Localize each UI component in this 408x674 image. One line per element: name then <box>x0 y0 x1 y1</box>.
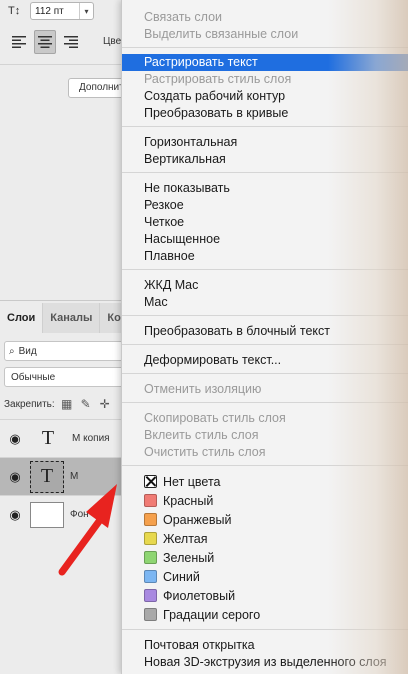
color-label: Желтая <box>163 532 208 546</box>
no-color-icon <box>144 475 157 488</box>
menu-item-postcard[interactable]: Почтовая открытка <box>122 637 408 654</box>
layer-row[interactable]: ◉ T М копия <box>0 419 130 457</box>
font-size-value: 112 пт <box>35 5 64 17</box>
menu-item-create-work-path[interactable]: Создать рабочий контур <box>122 88 408 105</box>
menu-item-convert-paragraph[interactable]: Преобразовать в блочный текст <box>122 323 408 340</box>
menu-item-color-blue[interactable]: Синий <box>122 569 408 586</box>
menu-separator <box>122 126 408 127</box>
background-thumbnail <box>30 501 64 528</box>
text-layer-icon: T <box>30 460 64 493</box>
color-label: Нет цвета <box>163 475 221 489</box>
gray-swatch-icon <box>144 608 157 621</box>
tab-layers[interactable]: Слои <box>0 303 44 333</box>
menu-separator <box>122 315 408 316</box>
menu-separator <box>122 269 408 270</box>
layer-name: М <box>70 471 79 482</box>
align-right-button[interactable] <box>60 30 82 54</box>
filter-label: Вид <box>18 345 37 357</box>
blend-mode-select[interactable]: Обычные <box>4 367 130 387</box>
lock-label: Закрепить: <box>4 398 55 410</box>
layer-filter[interactable]: ⌕ Вид <box>4 341 130 361</box>
eye-icon[interactable]: ◉ <box>0 431 30 447</box>
divider <box>0 64 130 65</box>
eye-icon[interactable]: ◉ <box>0 469 30 485</box>
menu-item-color-green[interactable]: Зеленый <box>122 550 408 567</box>
menu-item-warp-text[interactable]: Деформировать текст... <box>122 352 408 369</box>
menu-item-aa-smooth[interactable]: Плавное <box>122 248 408 265</box>
menu-separator <box>122 465 408 466</box>
menu-item-mac[interactable]: Mac <box>122 294 408 311</box>
layers-panel: Слои Каналы Ко ⌕ Вид Обычные Закрепить: … <box>0 300 130 674</box>
menu-item-convert-to-shape[interactable]: Преобразовать в кривые <box>122 105 408 122</box>
layer-name: Фон <box>70 509 89 520</box>
blue-swatch-icon <box>144 570 157 583</box>
lock-brush-icon[interactable]: ✎ <box>79 397 93 411</box>
menu-item-aa-crisp[interactable]: Четкое <box>122 214 408 231</box>
color-label: Градации серого <box>163 608 261 622</box>
menu-item-horizontal[interactable]: Горизонтальная <box>122 134 408 151</box>
menu-item-rasterize-style: Растрировать стиль слоя <box>144 72 292 86</box>
layer-row[interactable]: ◉ Фон <box>0 495 130 533</box>
menu-item-aa-sharp[interactable]: Резкое <box>122 197 408 214</box>
violet-swatch-icon <box>144 589 157 602</box>
menu-item-color-gray[interactable]: Градации серого <box>122 607 408 624</box>
layer-name: М копия <box>72 433 110 444</box>
orange-swatch-icon <box>144 513 157 526</box>
color-label: Фиолетовый <box>163 589 236 603</box>
color-label: Красный <box>163 494 214 508</box>
menu-item-vertical[interactable]: Вертикальная <box>122 151 408 168</box>
menu-separator <box>122 172 408 173</box>
layer-row[interactable]: ◉ T М <box>0 457 130 495</box>
menu-item-color-none[interactable]: Нет цвета <box>122 474 408 491</box>
alignment-buttons <box>8 30 82 54</box>
font-size-row: T↕ 112 пт ▾ <box>8 2 94 20</box>
character-panel: T↕ 112 пт ▾ Цвет Дополнительно <box>0 0 138 300</box>
color-label: Синий <box>163 570 200 584</box>
menu-item-color-violet[interactable]: Фиолетовый <box>122 588 408 605</box>
panel-tabs: Слои Каналы Ко <box>0 303 130 333</box>
lock-transparent-icon[interactable]: ▦ <box>60 397 74 411</box>
yellow-swatch-icon <box>144 532 157 545</box>
lock-move-icon[interactable]: ✛ <box>98 397 112 411</box>
color-label: Оранжевый <box>163 513 232 527</box>
menu-item-aa-none[interactable]: Не показывать <box>122 180 408 197</box>
menu-item-link-layers: Связать слои <box>144 10 223 24</box>
color-label: Зеленый <box>163 551 215 565</box>
menu-separator <box>122 373 408 374</box>
align-center-icon <box>38 36 52 48</box>
menu-separator <box>122 344 408 345</box>
align-center-button[interactable] <box>34 30 56 54</box>
menu-item-paste-style: Вклеить стиль слоя <box>144 428 259 442</box>
menu-item-color-red[interactable]: Красный <box>122 493 408 510</box>
menu-separator <box>122 47 408 48</box>
tab-channels[interactable]: Каналы <box>43 303 101 333</box>
menu-item-rasterize-text[interactable]: Растрировать текст <box>122 54 408 71</box>
menu-item-select-linked: Выделить связанные слои <box>144 27 299 41</box>
search-icon: ⌕ <box>9 345 15 357</box>
green-swatch-icon <box>144 551 157 564</box>
menu-item-color-orange[interactable]: Оранжевый <box>122 512 408 529</box>
layer-context-menu: Связать слои Выделить связанные слои Рас… <box>121 0 408 674</box>
menu-item-3d-extrusion[interactable]: Новая 3D-экструзия из выделенного слоя <box>122 654 408 671</box>
menu-separator <box>122 402 408 403</box>
menu-item-clear-style: Очистить стиль слоя <box>144 445 266 459</box>
menu-separator <box>122 629 408 630</box>
chevron-down-icon[interactable]: ▾ <box>79 3 93 19</box>
text-layer-icon: T <box>41 427 55 449</box>
align-left-icon <box>12 36 26 48</box>
font-size-field[interactable]: 112 пт ▾ <box>30 2 94 20</box>
menu-item-lcd-mac[interactable]: ЖКД Mac <box>122 277 408 294</box>
align-right-icon <box>64 36 78 48</box>
blend-mode-value: Обычные <box>11 371 56 383</box>
font-size-icon: T↕ <box>8 4 21 17</box>
menu-item-copy-style: Скопировать стиль слоя <box>144 411 286 425</box>
red-swatch-icon <box>144 494 157 507</box>
menu-item-aa-strong[interactable]: Насыщенное <box>122 231 408 248</box>
lock-row: Закрепить: ▦ ✎ ✛ <box>4 395 112 413</box>
menu-item-release-isolation: Отменить изоляцию <box>144 382 262 396</box>
align-left-button[interactable] <box>8 30 30 54</box>
eye-icon[interactable]: ◉ <box>0 507 30 523</box>
menu-item-color-yellow[interactable]: Желтая <box>122 531 408 548</box>
